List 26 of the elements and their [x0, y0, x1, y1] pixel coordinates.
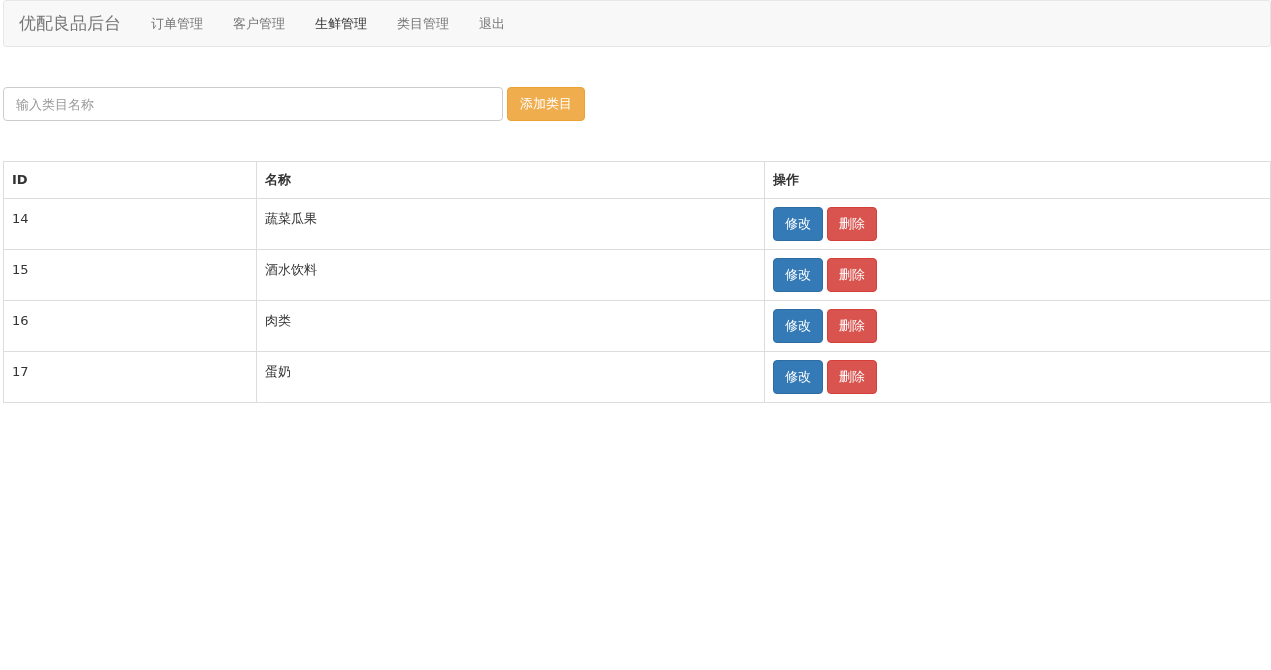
table-cell: 16: [3, 300, 257, 352]
column-header: 操作: [764, 161, 1271, 199]
delete-button[interactable]: 删除: [827, 258, 877, 292]
edit-button[interactable]: 修改: [773, 309, 823, 343]
category-name-input[interactable]: 输入类目名称: [3, 87, 503, 121]
column-header: 名称: [256, 161, 765, 199]
nav-link[interactable]: 类目管理: [382, 13, 464, 34]
table-cell: 酒水饮料: [256, 249, 765, 301]
nav-link[interactable]: 退出: [464, 13, 520, 34]
brand-link[interactable]: 优配良品后台: [19, 10, 121, 37]
edit-button[interactable]: 修改: [773, 258, 823, 292]
table-cell: 蛋奶: [256, 351, 765, 403]
delete-button[interactable]: 删除: [827, 360, 877, 394]
edit-button[interactable]: 修改: [773, 207, 823, 241]
delete-button[interactable]: 删除: [827, 207, 877, 241]
table-cell: 14: [3, 198, 257, 250]
nav-link[interactable]: 订单管理: [136, 13, 218, 34]
edit-button[interactable]: 修改: [773, 360, 823, 394]
nav-link[interactable]: 生鲜管理: [300, 13, 382, 34]
table-cell: 肉类: [256, 300, 765, 352]
table-cell: 15: [3, 249, 257, 301]
nav-link[interactable]: 客户管理: [218, 13, 300, 34]
table-cell: 蔬菜瓜果: [256, 198, 765, 250]
column-header: ID: [3, 161, 257, 199]
delete-button[interactable]: 删除: [827, 309, 877, 343]
table-cell: 17: [3, 351, 257, 403]
